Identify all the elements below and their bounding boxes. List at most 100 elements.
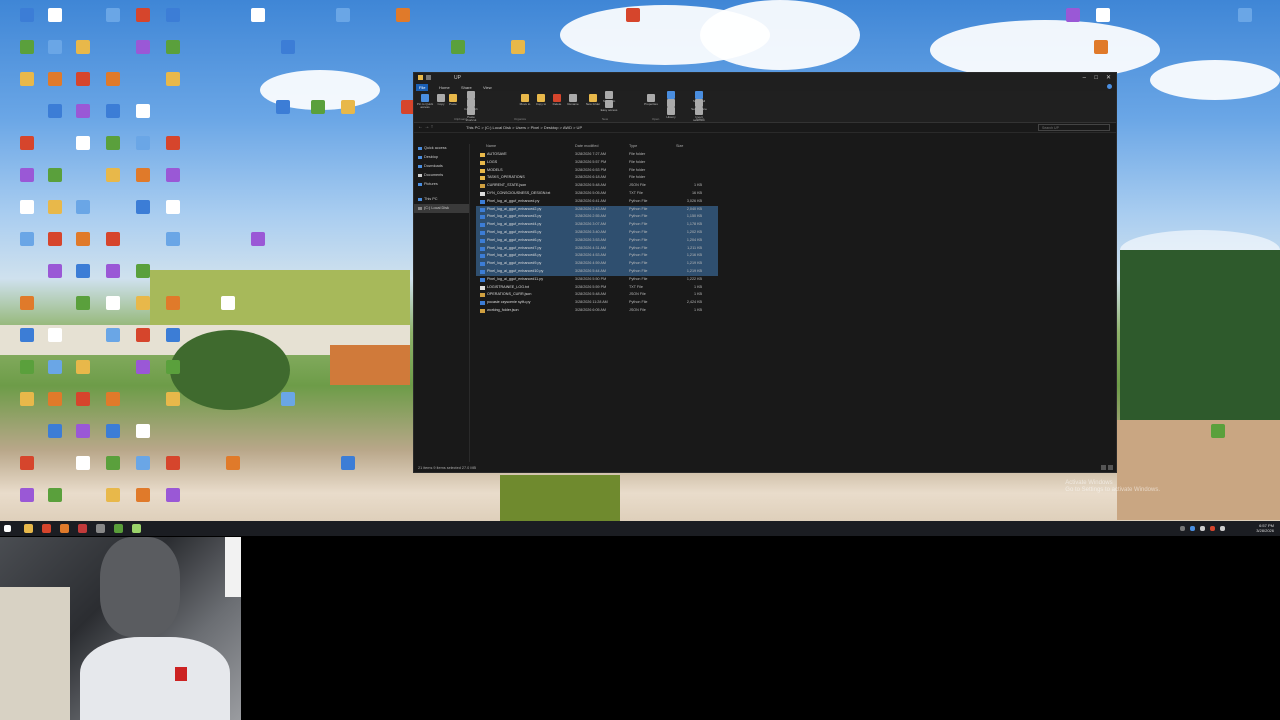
desktop-shortcut-icon[interactable] — [130, 424, 156, 438]
desktop-shortcut-icon[interactable] — [70, 392, 96, 406]
desktop-shortcut-icon[interactable] — [1060, 8, 1086, 22]
desktop-shortcut-icon[interactable] — [275, 392, 301, 406]
easy-access-button[interactable]: Easy access — [600, 100, 618, 112]
desktop-shortcut-icon[interactable] — [100, 104, 126, 118]
file-row[interactable]: MODELS 3/28/2026 6:53 PM File folder — [476, 167, 1106, 175]
desktop-shortcut-icon[interactable] — [42, 72, 68, 86]
tab-share[interactable]: Share — [458, 84, 475, 91]
network-icon[interactable] — [1190, 526, 1195, 531]
tab-view[interactable]: View — [480, 84, 495, 91]
desktop-shortcut-icon[interactable] — [70, 136, 96, 150]
desktop-shortcut-icon[interactable] — [14, 360, 40, 374]
nav-item--c-local-disk[interactable]: (C:) Local Disk — [414, 204, 469, 213]
file-row[interactable]: Pixel_log_ai_gguf_enhanced8.py 3/28/2026 … — [476, 252, 718, 261]
desktop-shortcut-icon[interactable] — [14, 168, 40, 182]
desktop-shortcut-icon[interactable] — [445, 40, 471, 54]
desktop-shortcut-icon[interactable] — [160, 72, 186, 86]
desktop-shortcut-icon[interactable] — [1232, 8, 1258, 22]
desktop-shortcut-icon[interactable] — [160, 456, 186, 470]
desktop-shortcut-icon[interactable] — [100, 296, 126, 310]
desktop-shortcut-icon[interactable] — [70, 232, 96, 246]
desktop-shortcut-icon[interactable] — [330, 8, 356, 22]
desktop-shortcut-icon[interactable] — [505, 40, 531, 54]
desktop-shortcut-icon[interactable] — [220, 456, 246, 470]
file-row[interactable]: Pixel_log_ai_gguf_enhanced.py 3/28/2026 6… — [476, 198, 1106, 206]
desktop-shortcut-icon[interactable] — [100, 456, 126, 470]
tray-icon[interactable] — [1180, 526, 1185, 531]
desktop-shortcut-icon[interactable] — [14, 296, 40, 310]
desktop-shortcut-icon[interactable] — [215, 296, 241, 310]
file-explorer-taskbar-icon[interactable] — [24, 524, 33, 533]
paste-button[interactable]: Paste — [444, 94, 462, 106]
desktop-shortcut-icon[interactable] — [42, 488, 68, 502]
desktop-shortcut-icon[interactable] — [100, 232, 126, 246]
desktop-shortcut-icon[interactable] — [305, 100, 331, 114]
desktop-shortcut-icon[interactable] — [130, 8, 156, 22]
file-row[interactable]: Pixel_log_ai_gguf_enhanced3.py 3/28/2026 … — [476, 213, 718, 222]
file-row[interactable]: Pixel_log_ai_gguf_enhanced4.py 3/28/2026 … — [476, 221, 718, 229]
help-icon[interactable] — [1107, 84, 1112, 89]
app-taskbar-icon[interactable] — [114, 524, 123, 533]
desktop-shortcut-icon[interactable] — [160, 488, 186, 502]
file-row[interactable]: working_folder.json 3/28/2026 6:05 AM JSON… — [476, 307, 1106, 315]
desktop-shortcut-icon[interactable] — [335, 456, 361, 470]
nav-item-documents[interactable]: Documents — [414, 171, 469, 180]
desktop-shortcut-icon[interactable] — [335, 100, 361, 114]
desktop-shortcut-icon[interactable] — [14, 392, 40, 406]
column-type[interactable]: Type — [629, 144, 637, 148]
desktop-shortcut-icon[interactable] — [14, 40, 40, 54]
desktop-shortcut-icon[interactable] — [14, 232, 40, 246]
nav-item-this-pc[interactable]: This PC — [414, 195, 469, 204]
desktop-shortcut-icon[interactable] — [130, 328, 156, 342]
desktop-shortcut-icon[interactable] — [100, 392, 126, 406]
tab-home[interactable]: Home — [436, 84, 453, 91]
desktop-shortcut-icon[interactable] — [42, 328, 68, 342]
desktop-shortcut-icon[interactable] — [100, 264, 126, 278]
desktop-shortcut-icon[interactable] — [42, 392, 68, 406]
desktop-shortcut-icon[interactable] — [14, 200, 40, 214]
desktop-shortcut-icon[interactable] — [70, 40, 96, 54]
desktop-shortcut-icon[interactable] — [14, 72, 40, 86]
tab-file[interactable]: File — [416, 84, 429, 91]
file-explorer-window[interactable]: UP – □ ✕ File Home Share View Pin to Qui… — [413, 72, 1117, 473]
file-row[interactable]: Pixel_log_ai_gguf_enhanced5.py 3/28/2026 … — [476, 228, 718, 237]
maximize-icon[interactable]: □ — [1094, 74, 1098, 82]
file-row[interactable]: LOGS 3/28/2026 5:57 PM File folder — [476, 159, 1106, 167]
search-input[interactable]: Search UP — [1038, 124, 1110, 131]
details-view-icon[interactable] — [1101, 465, 1106, 470]
nav-item-pictures[interactable]: Pictures — [414, 180, 469, 189]
desktop-shortcut-icon[interactable] — [130, 456, 156, 470]
desktop-shortcut-icon[interactable] — [42, 8, 68, 22]
desktop-shortcut-icon[interactable] — [14, 8, 40, 22]
desktop-shortcut-icon[interactable] — [160, 392, 186, 406]
desktop-shortcut-icon[interactable] — [130, 104, 156, 118]
desktop-shortcut-icon[interactable] — [70, 424, 96, 438]
desktop-shortcut-icon[interactable] — [70, 200, 96, 214]
app-taskbar-icon[interactable] — [132, 524, 141, 533]
app-taskbar-icon[interactable] — [78, 524, 87, 533]
file-row[interactable]: TASKS_OPERATIONS 3/28/2026 6:18 AM File fo… — [476, 174, 1106, 182]
desktop-shortcut-icon[interactable] — [245, 8, 271, 22]
desktop-shortcut-icon[interactable] — [70, 360, 96, 374]
column-date[interactable]: Date modified — [575, 144, 598, 148]
file-row[interactable]: Pixel_log_ai_gguf_enhanced10.py 3/28/2026… — [476, 267, 718, 276]
desktop-shortcut-icon[interactable] — [130, 264, 156, 278]
desktop-shortcut-icon[interactable] — [160, 136, 186, 150]
close-icon[interactable]: ✕ — [1106, 74, 1111, 82]
desktop-shortcut-icon[interactable] — [1205, 424, 1231, 438]
desktop-shortcut-icon[interactable] — [160, 200, 186, 214]
desktop-shortcut-icon[interactable] — [70, 296, 96, 310]
desktop-shortcut-icon[interactable] — [390, 8, 416, 22]
desktop-shortcut-icon[interactable] — [160, 8, 186, 22]
column-size[interactable]: Size — [676, 144, 683, 148]
desktop-shortcut-icon[interactable] — [160, 296, 186, 310]
file-row[interactable]: Pixel_log_ai_gguf_enhanced9.py 3/28/2026 … — [476, 260, 718, 268]
back-forward-up-icon[interactable]: ← → ↑ — [418, 124, 433, 130]
desktop-shortcut-icon[interactable] — [275, 40, 301, 54]
brave-taskbar-icon[interactable] — [42, 524, 51, 533]
desktop-shortcut-icon[interactable] — [160, 360, 186, 374]
large-icons-view-icon[interactable] — [1108, 465, 1113, 470]
rename-button[interactable]: Rename — [564, 94, 582, 106]
file-row[interactable]: LOGISTRAINEE_LOG.txt 3/28/2026 5:59 PM TXT… — [476, 284, 1106, 292]
desktop-shortcut-icon[interactable] — [42, 200, 68, 214]
